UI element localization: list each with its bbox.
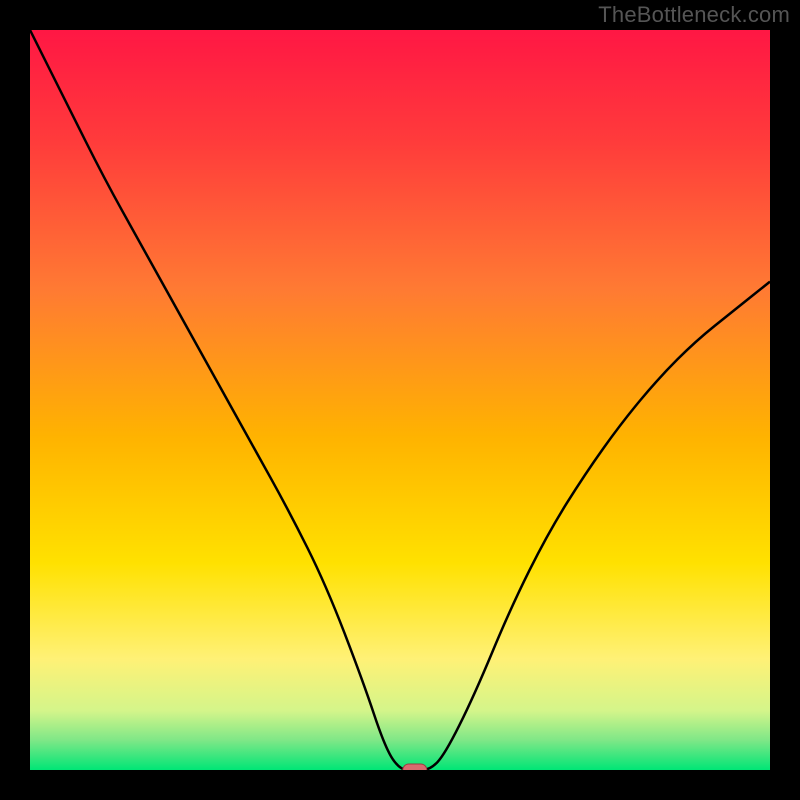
chart-background (30, 30, 770, 770)
chart-container: TheBottleneck.com (0, 0, 800, 800)
optimal-marker (403, 764, 427, 770)
bottleneck-chart (30, 30, 770, 770)
watermark-text: TheBottleneck.com (598, 2, 790, 28)
